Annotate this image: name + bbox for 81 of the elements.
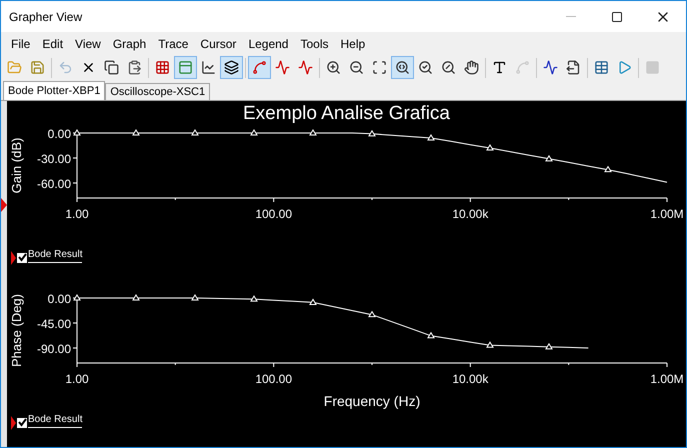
export-icon bbox=[566, 60, 581, 75]
data-point bbox=[250, 295, 258, 302]
zoom-out-icon bbox=[349, 60, 364, 75]
data-point bbox=[427, 134, 435, 140]
tick-label: 1.00M bbox=[650, 207, 684, 221]
menu-item[interactable]: Help bbox=[334, 36, 372, 50]
menu-item[interactable]: File bbox=[5, 36, 36, 50]
data-point bbox=[545, 154, 553, 162]
menu-item[interactable]: Graph bbox=[106, 36, 152, 50]
tab[interactable]: Oscilloscope-XSC1 bbox=[105, 83, 210, 100]
save-icon bbox=[30, 60, 45, 75]
folder-icon bbox=[7, 60, 22, 75]
data-point bbox=[309, 298, 317, 305]
tick-label: -30.00 bbox=[36, 152, 71, 166]
grid-icon bbox=[155, 60, 170, 75]
y-axis bbox=[72, 130, 78, 198]
table-icon bbox=[594, 60, 609, 75]
marker-icon bbox=[11, 416, 16, 430]
data-point bbox=[545, 342, 553, 350]
undo-icon bbox=[58, 60, 73, 75]
curve-button[interactable] bbox=[248, 56, 271, 79]
data-point bbox=[427, 332, 435, 338]
window-title: Grapher View bbox=[9, 10, 84, 24]
y-axis bbox=[72, 296, 78, 364]
data-point bbox=[309, 129, 317, 136]
data-point bbox=[191, 294, 199, 300]
copy-icon bbox=[104, 60, 119, 75]
data-point bbox=[486, 144, 494, 150]
layers-button[interactable] bbox=[220, 56, 243, 79]
axis-title: Gain (dB) bbox=[9, 138, 24, 194]
menu-item[interactable]: Edit bbox=[36, 36, 70, 50]
menu-item[interactable]: View bbox=[69, 36, 107, 50]
minimize-icon bbox=[566, 16, 576, 17]
play-icon bbox=[617, 60, 632, 75]
tick-label: 0.00 bbox=[48, 292, 71, 306]
curve-icon bbox=[252, 60, 267, 75]
data-point bbox=[73, 294, 81, 300]
hand-icon bbox=[464, 60, 479, 75]
tick-label: 10.00k bbox=[452, 372, 488, 386]
menu-item[interactable]: Trace bbox=[152, 36, 194, 50]
legend-label: Bode Result bbox=[28, 414, 82, 428]
zoom-fit-icon bbox=[372, 60, 387, 75]
data-point bbox=[132, 129, 140, 136]
zoom-in-icon bbox=[326, 60, 341, 75]
menu-item[interactable]: Legend bbox=[242, 36, 294, 50]
panel-icon bbox=[178, 60, 193, 75]
chart-icon bbox=[201, 60, 216, 75]
data-point bbox=[486, 341, 494, 348]
paste-icon bbox=[127, 60, 142, 75]
tick-label: -45.00 bbox=[36, 317, 71, 331]
tick-label: -60.00 bbox=[36, 177, 71, 191]
layers-icon bbox=[224, 60, 239, 75]
menu-item[interactable]: Cursor bbox=[194, 36, 242, 50]
menu-item[interactable]: Tools bbox=[294, 36, 334, 50]
tick-label: -90.00 bbox=[36, 342, 71, 356]
data-point bbox=[73, 129, 81, 136]
data-point bbox=[604, 166, 612, 172]
data-point bbox=[191, 129, 199, 136]
tick-label: 100.00 bbox=[255, 207, 292, 221]
tick-label: 1.00M bbox=[650, 372, 684, 386]
text-icon bbox=[492, 60, 507, 75]
tab[interactable]: Bode Plotter-XBP1 bbox=[3, 81, 106, 100]
tick-label: 10.00k bbox=[452, 207, 488, 221]
stop-icon bbox=[645, 60, 660, 75]
tick-label: 100.00 bbox=[255, 372, 292, 386]
legend-checkbox[interactable] bbox=[17, 252, 27, 262]
data-point bbox=[132, 294, 140, 300]
legend-label: Bode Result bbox=[28, 248, 82, 262]
data-point bbox=[250, 129, 258, 136]
marker-icon bbox=[11, 250, 16, 264]
maximize-icon bbox=[611, 10, 623, 22]
tick-label: 1.00 bbox=[65, 372, 89, 386]
close-icon bbox=[81, 60, 96, 75]
chart-title: Exemplo Analise Grafica bbox=[243, 103, 450, 124]
axis-title: Phase (Deg) bbox=[9, 294, 24, 367]
tick-label: 1.00 bbox=[65, 207, 89, 221]
tick-label: 0.00 bbox=[48, 127, 71, 141]
data-point bbox=[368, 310, 376, 318]
data-point bbox=[368, 130, 376, 136]
legend-checkbox[interactable] bbox=[17, 418, 27, 428]
axis-title: Frequency (Hz) bbox=[324, 393, 420, 409]
